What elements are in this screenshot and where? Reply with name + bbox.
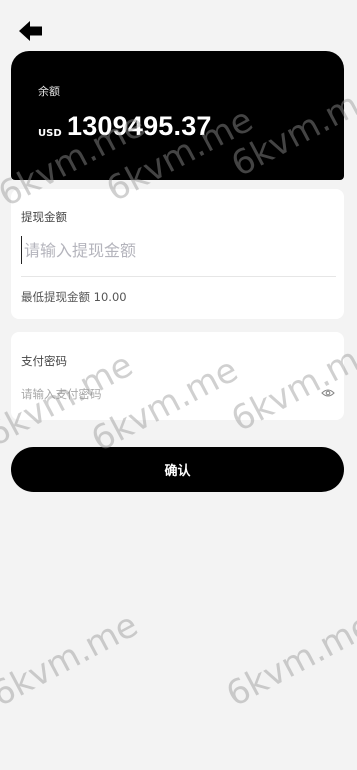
balance-amount: 1309495.37 bbox=[67, 111, 212, 141]
balance-label: 余额 bbox=[38, 85, 60, 98]
watermark: 6kvm.me bbox=[219, 604, 357, 716]
watermark: 6kvm.me bbox=[0, 604, 145, 716]
payment-password-input[interactable] bbox=[21, 384, 311, 404]
withdraw-page: 余额 USD 1309495.37 提现金额 最低提现金额 10.00 支付密码… bbox=[0, 0, 357, 770]
withdraw-amount-label: 提现金额 bbox=[21, 210, 67, 224]
back-arrow-icon bbox=[19, 21, 42, 41]
confirm-button[interactable]: 确认 bbox=[11, 447, 344, 492]
currency-code: USD bbox=[38, 128, 62, 139]
withdraw-amount-panel: 提现金额 最低提现金额 10.00 bbox=[11, 189, 344, 319]
withdraw-amount-input[interactable] bbox=[21, 236, 333, 264]
back-button[interactable] bbox=[18, 20, 44, 42]
divider bbox=[21, 276, 336, 277]
payment-password-label: 支付密码 bbox=[21, 354, 67, 368]
eye-icon[interactable] bbox=[321, 388, 335, 398]
min-withdraw-hint: 最低提现金额 10.00 bbox=[21, 290, 127, 304]
payment-password-panel: 支付密码 bbox=[11, 332, 344, 420]
balance-card: 余额 USD 1309495.37 bbox=[11, 51, 344, 180]
